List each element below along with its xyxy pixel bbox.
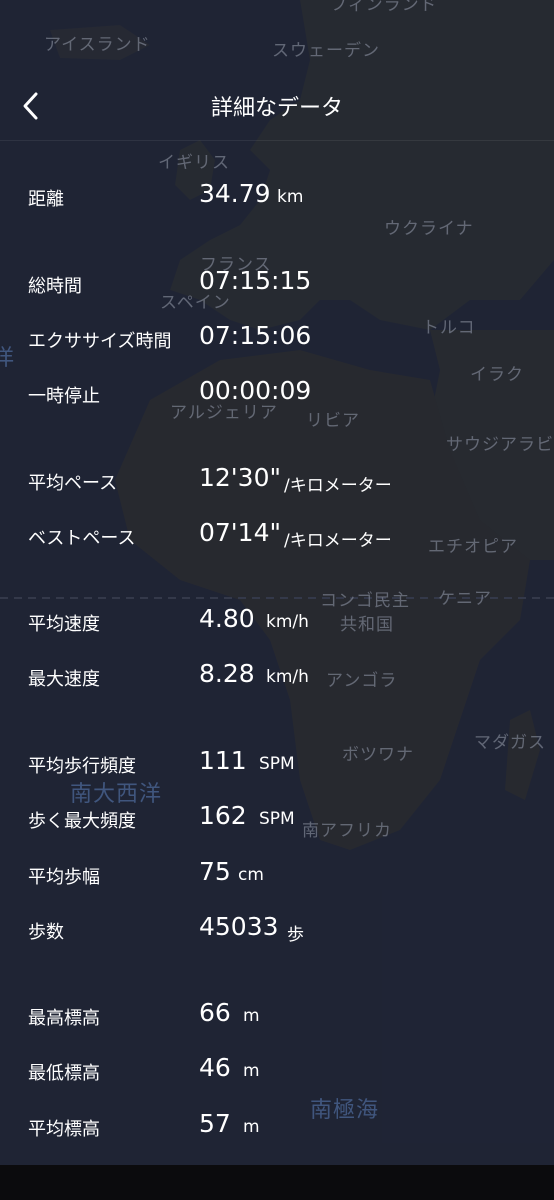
stat-label: 平均標高	[28, 1119, 100, 1140]
stat-unit: m	[243, 1006, 260, 1026]
stat-row-total-time: 総時間 07:15:15	[0, 264, 554, 304]
stat-label: ベストペース	[28, 528, 136, 549]
stat-label: 最高標高	[28, 1008, 100, 1029]
stat-value: 57	[199, 1109, 231, 1138]
map-label: イギリス	[158, 153, 230, 173]
stat-label: 最大速度	[28, 669, 100, 690]
stat-label: 最低標高	[28, 1063, 100, 1084]
stat-unit: km	[277, 187, 304, 207]
map-label: スウェーデン	[272, 41, 380, 61]
stat-row-avg-cadence: 平均歩行頻度 111 SPM	[0, 744, 554, 784]
stat-label: 歩数	[28, 922, 64, 943]
stat-row-best-pace: ベストペース 07'14" /キロメーター	[0, 516, 554, 556]
stat-row-avg-stride: 平均歩幅 75 cm	[0, 855, 554, 895]
stat-row-distance: 距離 34.79 km	[0, 177, 554, 217]
header-divider	[0, 140, 554, 141]
stat-value: 46	[199, 1053, 231, 1082]
stat-unit: 歩	[287, 925, 304, 945]
stat-label: エクササイズ時間	[28, 331, 172, 352]
stat-label: 総時間	[28, 276, 82, 297]
stat-label: 一時停止	[28, 386, 100, 407]
stat-unit: m	[243, 1117, 260, 1137]
stat-unit: m	[243, 1061, 260, 1081]
stat-row-exercise-time: エクササイズ時間 07:15:06	[0, 319, 554, 359]
stat-label: 歩く最大頻度	[28, 811, 136, 832]
stat-unit: cm	[238, 865, 264, 885]
stat-label: 平均速度	[28, 614, 100, 635]
stat-value: 4.80	[199, 604, 255, 633]
stat-unit: km/h	[266, 667, 309, 687]
stat-label: 平均ペース	[28, 473, 118, 494]
stat-value: 07:15:15	[199, 266, 312, 295]
screen: アイスランド スウェーデン フィンランド イギリス ウクライナ フランス スペイ…	[0, 0, 554, 1200]
stat-row-max-altitude: 最高標高 66 m	[0, 996, 554, 1036]
stat-row-min-altitude: 最低標高 46 m	[0, 1051, 554, 1091]
map-label: フィンランド	[330, 0, 438, 15]
stat-row-max-cadence: 歩く最大頻度 162 SPM	[0, 799, 554, 839]
stat-value: 07'14"	[199, 518, 281, 547]
stat-row-max-speed: 最大速度 8.28 km/h	[0, 657, 554, 697]
stat-unit: /キロメーター	[284, 531, 392, 551]
stat-value: 75	[199, 857, 231, 886]
header: 詳細なデータ	[0, 70, 554, 140]
stat-value: 34.79	[199, 179, 271, 208]
stat-value: 07:15:06	[199, 321, 312, 350]
stat-value: 162	[199, 801, 247, 830]
stat-row-steps: 歩数 45033 歩	[0, 910, 554, 950]
page-title: 詳細なデータ	[210, 96, 343, 121]
stat-value: 45033	[199, 912, 279, 941]
stat-row-pause: 一時停止 00:00:09	[0, 374, 554, 414]
stat-label: 平均歩幅	[28, 867, 100, 888]
stat-row-avg-altitude: 平均標高 57 m	[0, 1107, 554, 1147]
stat-row-avg-speed: 平均速度 4.80 km/h	[0, 602, 554, 642]
stat-unit: SPM	[259, 809, 295, 829]
stat-label: 距離	[28, 189, 64, 210]
stat-unit: km/h	[266, 612, 309, 632]
stat-unit: SPM	[259, 754, 295, 774]
stat-unit: /キロメーター	[284, 476, 392, 496]
stat-value: 111	[199, 746, 247, 775]
stat-value: 00:00:09	[199, 376, 312, 405]
stat-label: 平均歩行頻度	[28, 756, 136, 777]
stat-value: 12'30"	[199, 463, 281, 492]
stat-row-avg-pace: 平均ペース 12'30" /キロメーター	[0, 461, 554, 501]
map-label: サウジアラビ	[446, 435, 554, 455]
stat-value: 66	[199, 998, 231, 1027]
stat-value: 8.28	[199, 659, 255, 688]
map-label: ウクライナ	[384, 219, 474, 239]
map-overlay	[0, 0, 554, 1165]
navigation-bar	[0, 1165, 554, 1200]
map-label: アイスランド	[44, 35, 151, 55]
